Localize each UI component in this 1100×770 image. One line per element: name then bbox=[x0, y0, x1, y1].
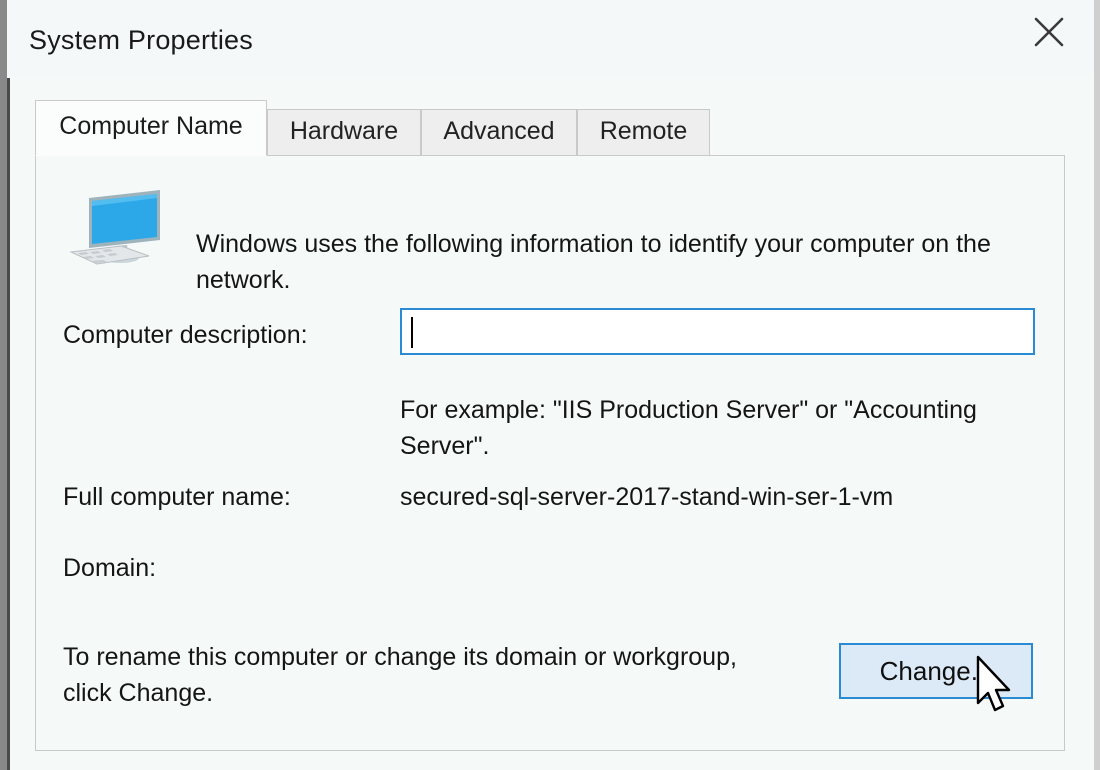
tab-remote[interactable]: Remote bbox=[577, 109, 710, 156]
tab-label: Remote bbox=[599, 117, 688, 145]
computer-name-tab-panel: Windows uses the following information t… bbox=[35, 155, 1065, 751]
tab-label: Computer Name bbox=[59, 111, 243, 140]
tab-computer-name[interactable]: Computer Name bbox=[35, 100, 267, 156]
full-computer-name-value: secured-sql-server-2017-stand-win-ser-1-… bbox=[400, 483, 894, 511]
example-hint-text: For example: "IIS Production Server" or … bbox=[400, 396, 977, 460]
window-title: System Properties bbox=[29, 25, 253, 55]
rename-hint-text: To rename this computer or change its do… bbox=[63, 643, 737, 707]
close-icon bbox=[1032, 15, 1066, 49]
panel-header: Windows uses the following information t… bbox=[36, 178, 1064, 294]
full-computer-name-label: Full computer name: bbox=[63, 483, 291, 511]
change-button-label: Change... bbox=[879, 655, 993, 686]
computer-description-input[interactable] bbox=[400, 308, 1035, 355]
tab-hardware[interactable]: Hardware bbox=[267, 109, 421, 156]
tab-strip: Computer Name Hardware Advanced Remote bbox=[35, 100, 1065, 156]
computer-monitor-icon bbox=[63, 186, 173, 274]
computer-description-label: Computer description: bbox=[63, 321, 308, 349]
change-button[interactable]: Change... bbox=[839, 643, 1033, 699]
tab-label: Advanced bbox=[443, 117, 555, 145]
text-caret bbox=[411, 317, 413, 348]
tab-advanced[interactable]: Advanced bbox=[421, 109, 577, 156]
domain-label: Domain: bbox=[63, 554, 157, 582]
panel-description-text: Windows uses the following information t… bbox=[196, 230, 991, 294]
system-properties-window: System Properties Computer Name Hardware… bbox=[0, 0, 1100, 770]
title-bar: System Properties bbox=[7, 0, 1094, 78]
close-button[interactable] bbox=[1006, 0, 1092, 64]
tab-label: Hardware bbox=[289, 117, 399, 145]
